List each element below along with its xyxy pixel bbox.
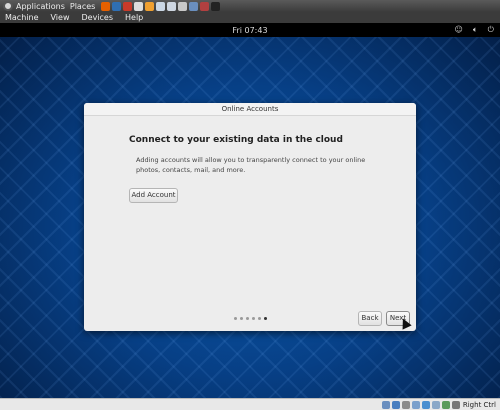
storage-icon[interactable] xyxy=(381,400,390,409)
firefox-icon[interactable] xyxy=(101,1,111,11)
power-icon[interactable]: ⏻ xyxy=(488,25,494,35)
menu-machine[interactable]: Machine xyxy=(5,13,39,22)
status-icons: ☺ 🔈︎ ⏻ xyxy=(455,25,494,35)
dialog-description: Adding accounts will allow you to transp… xyxy=(136,156,366,174)
host-top-panel: Applications Places xyxy=(0,0,500,12)
editor-icon[interactable] xyxy=(134,1,144,11)
menu-devices[interactable]: Devices xyxy=(81,13,113,22)
add-account-button[interactable]: Add Account xyxy=(129,188,178,203)
vm-menubar: Machine View Devices Help xyxy=(0,12,500,23)
page-indicator xyxy=(234,317,267,320)
dialog-title: Online Accounts xyxy=(84,103,416,116)
guest-screen: Fri 07:43 ☺ 🔈︎ ⏻ Online Accounts Connect… xyxy=(0,23,500,398)
tools-icon[interactable] xyxy=(123,1,133,11)
applications-menu[interactable]: Applications xyxy=(16,2,65,11)
accessibility-icon[interactable]: ☺ xyxy=(455,25,463,35)
display-icon[interactable] xyxy=(431,400,440,409)
back-button[interactable]: Back xyxy=(358,311,382,326)
network-icon[interactable] xyxy=(421,400,430,409)
online-accounts-dialog: Online Accounts Connect to your existing… xyxy=(84,103,416,331)
menu-help[interactable]: Help xyxy=(125,13,143,22)
shared-folder-icon[interactable] xyxy=(411,400,420,409)
folder-icon[interactable] xyxy=(145,1,155,11)
vm-statusbar: Right Ctrl xyxy=(0,398,500,410)
page-dot xyxy=(264,317,267,320)
terminal-icon[interactable] xyxy=(211,1,221,11)
mail-icon[interactable] xyxy=(167,1,177,11)
image-viewer-icon[interactable] xyxy=(156,1,166,11)
clock[interactable]: Fri 07:43 xyxy=(232,26,267,35)
usb-icon[interactable] xyxy=(401,400,410,409)
page-dot xyxy=(240,317,243,320)
volume-icon[interactable]: 🔈︎ xyxy=(473,25,478,35)
host-key-label: Right Ctrl xyxy=(462,400,496,409)
virtualbox-icon[interactable] xyxy=(189,1,199,11)
app-icon[interactable] xyxy=(200,1,210,11)
calculator-icon[interactable] xyxy=(178,1,188,11)
optical-drive-icon[interactable] xyxy=(391,400,400,409)
mouse-integration-icon[interactable] xyxy=(451,400,460,409)
places-menu[interactable]: Places xyxy=(70,2,95,11)
dialog-heading: Connect to your existing data in the clo… xyxy=(129,135,343,145)
menu-view[interactable]: View xyxy=(51,13,70,22)
launcher-bar xyxy=(101,1,221,11)
page-dot xyxy=(234,317,237,320)
page-dot xyxy=(246,317,249,320)
gnome-top-bar: Fri 07:43 ☺ 🔈︎ ⏻ xyxy=(0,23,500,37)
ubuntu-logo-icon[interactable] xyxy=(3,1,13,11)
page-dot xyxy=(258,317,261,320)
virtualization-icon[interactable] xyxy=(441,400,450,409)
thunderbird-icon[interactable] xyxy=(112,1,122,11)
page-dot xyxy=(252,317,255,320)
